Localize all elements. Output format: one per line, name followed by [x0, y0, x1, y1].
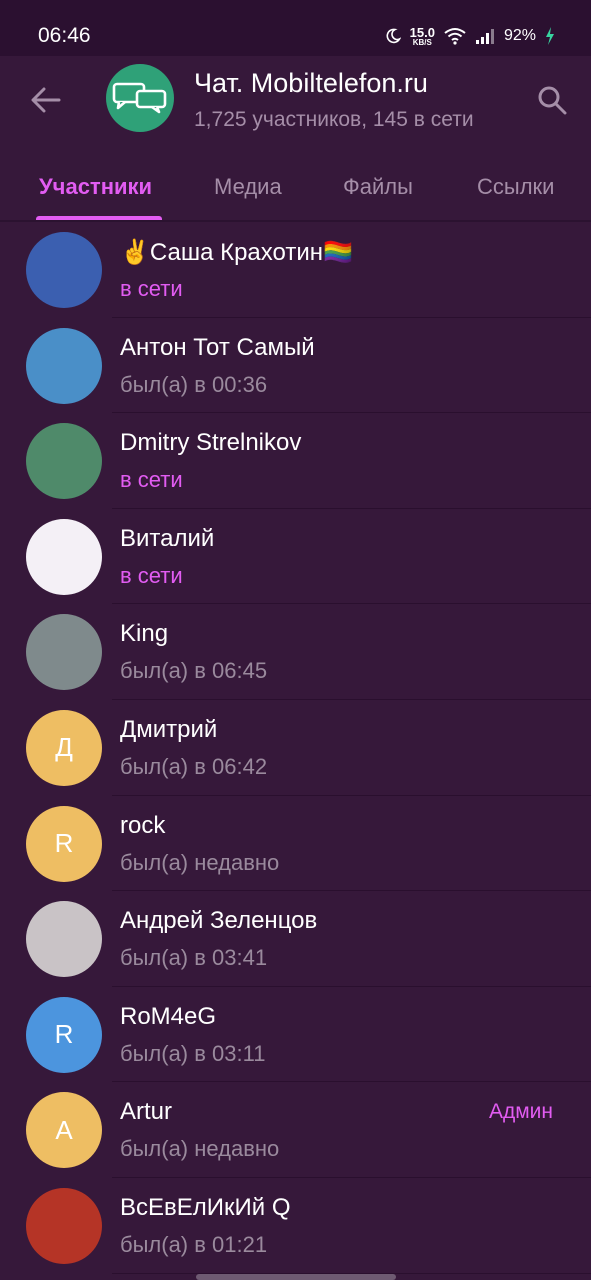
member-name: Виталий — [120, 524, 215, 552]
avatar: R — [26, 996, 102, 1073]
search-button[interactable] — [530, 78, 574, 122]
chat-bubbles-icon — [112, 82, 167, 114]
member-name: rock — [120, 811, 166, 839]
member-name: Artur — [120, 1098, 173, 1126]
tab-bar: Участники Медиа Файлы Ссылки — [0, 160, 591, 222]
member-status: был(а) в 03:41 — [120, 945, 268, 971]
tab-members[interactable]: Участники — [39, 174, 152, 200]
member-name: ✌️Саша Крахотин🏳️‍🌈 — [120, 239, 353, 266]
status-bar: 06:46 15.0 KB/S 92% — [0, 0, 591, 56]
list-item[interactable]: Д Дмитрий был(а) в 06:42 — [0, 700, 591, 796]
avatar: R — [26, 805, 102, 882]
member-status: был(а) в 01:21 — [120, 1231, 268, 1257]
list-item[interactable]: Андрей Зеленцов был(а) в 03:41 — [0, 891, 591, 987]
avatar — [26, 518, 102, 595]
status-icons: 15.0 KB/S 92% — [385, 22, 555, 50]
list-item[interactable]: R RoM4eG был(а) в 03:11 — [0, 987, 591, 1083]
back-button[interactable] — [26, 80, 66, 120]
member-name: Дмитрий — [120, 715, 218, 743]
member-name: King — [120, 620, 169, 648]
list-item[interactable]: A Artur был(а) недавно Админ — [0, 1082, 591, 1178]
battery-level: 92% — [503, 27, 536, 44]
status-time: 06:46 — [38, 24, 91, 47]
avatar — [26, 423, 102, 500]
list-item[interactable]: Антон Тот Самый был(а) в 00:36 — [0, 318, 591, 414]
member-status: был(а) в 03:11 — [120, 1040, 266, 1066]
avatar — [26, 232, 102, 308]
tab-files[interactable]: Файлы — [343, 174, 413, 200]
member-status: был(а) недавно — [120, 1136, 280, 1162]
list-item[interactable]: ✌️Саша Крахотин🏳️‍🌈 в сети — [0, 222, 591, 318]
member-name: Dmitry Strelnikov — [120, 429, 302, 457]
member-status: был(а) в 00:36 — [120, 371, 268, 397]
admin-badge: Админ — [488, 1100, 553, 1124]
member-status: в сети — [120, 562, 183, 588]
avatar — [26, 1187, 102, 1264]
tab-media[interactable]: Медиа — [214, 174, 282, 200]
member-name: Антон Тот Самый — [120, 333, 315, 361]
list-item[interactable]: King был(а) в 06:45 — [0, 604, 591, 700]
chat-header: Чат. Mobiltelefon.ru 1,725 участников, 1… — [0, 56, 591, 222]
avatar — [26, 901, 102, 978]
member-name: RoM4eG — [120, 1002, 217, 1030]
members-list: ✌️Саша Крахотин🏳️‍🌈 в сети Антон Тот Сам… — [0, 222, 591, 1274]
net-speed: 15.0 KB/S — [409, 24, 435, 47]
arrow-left-icon — [31, 87, 61, 113]
search-icon — [538, 86, 567, 115]
member-name: ВсЕвЕлИкИй Q — [120, 1193, 291, 1221]
list-item[interactable]: ВсЕвЕлИкИй Q был(а) в 01:21 — [0, 1178, 591, 1274]
chat-title: Чат. Mobiltelefon.ru — [194, 68, 428, 98]
chat-avatar[interactable] — [106, 64, 174, 132]
avatar — [26, 614, 102, 691]
list-item[interactable]: Виталий в сети — [0, 509, 591, 605]
member-name: Андрей Зеленцов — [120, 907, 318, 935]
member-status: был(а) в 06:45 — [120, 658, 268, 684]
member-status: был(а) недавно — [120, 849, 280, 875]
list-item[interactable]: Dmitry Strelnikov в сети — [0, 413, 591, 509]
charging-icon — [546, 27, 554, 45]
wifi-icon — [444, 28, 466, 45]
avatar: Д — [26, 709, 102, 786]
signal-icon — [475, 29, 494, 44]
home-indicator[interactable] — [196, 1274, 396, 1280]
moon-icon — [386, 28, 401, 44]
avatar: A — [26, 1092, 102, 1169]
list-item[interactable]: R rock был(а) недавно — [0, 796, 591, 892]
member-status: в сети — [120, 467, 183, 493]
member-status: был(а) в 06:42 — [120, 753, 268, 779]
member-status: в сети — [120, 276, 183, 301]
chat-subtitle: 1,725 участников, 145 в сети — [194, 108, 474, 131]
avatar — [26, 327, 102, 404]
tab-links[interactable]: Ссылки — [477, 174, 554, 200]
